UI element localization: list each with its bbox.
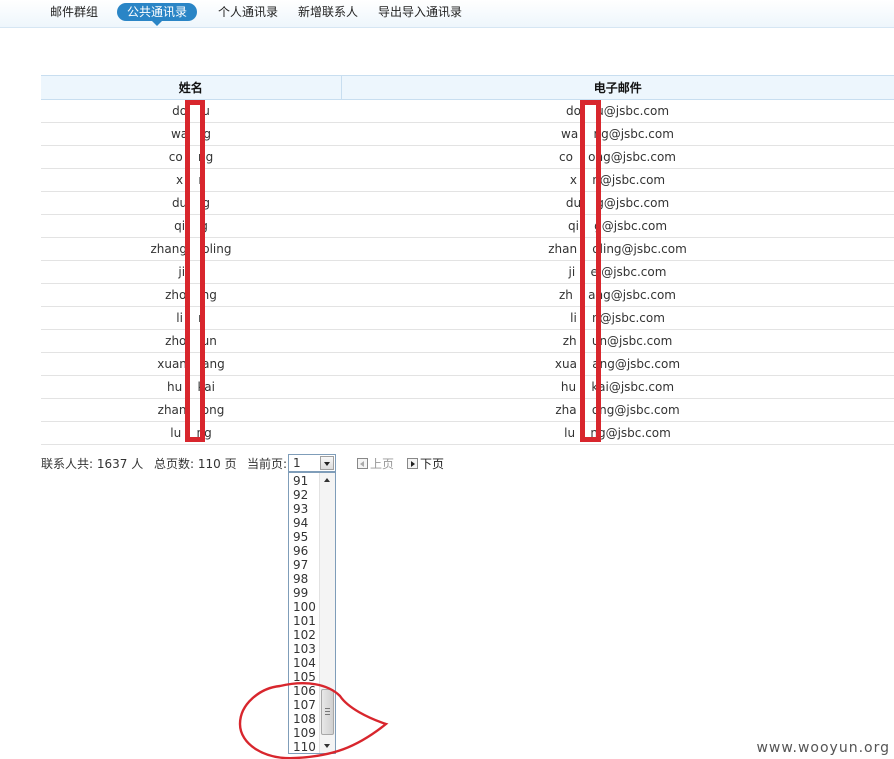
table-row: zho ng zh ang@jsbc.com: [41, 283, 894, 307]
scroll-thumb[interactable]: [321, 689, 334, 735]
scroll-up-icon[interactable]: [320, 473, 335, 488]
current-page-label: 当前页:: [247, 457, 288, 471]
watermark: www.wooyun.org: [756, 740, 890, 756]
contact-email: qi g@jsbc.com: [341, 214, 894, 238]
page-option[interactable]: 95: [293, 530, 308, 544]
column-header-name: 姓名: [41, 75, 342, 100]
contact-email: x n@jsbc.com: [341, 168, 894, 192]
prev-page-label: 上页: [370, 457, 395, 471]
contact-email: du g@jsbc.com: [341, 191, 894, 215]
contact-email: zh ang@jsbc.com: [341, 283, 894, 307]
table-row: wa g wa ng@jsbc.com: [41, 122, 894, 146]
table-row: co ng co ong@jsbc.com: [41, 145, 894, 169]
contacts-table: 姓名 电子邮件 do u do u@jsbc.com wa g wa ng@jsbc.…: [41, 75, 894, 445]
page-option[interactable]: 94: [293, 516, 308, 530]
page-option[interactable]: 109: [293, 726, 316, 740]
dropdown-scrollbar[interactable]: [319, 473, 335, 753]
contact-email: do u@jsbc.com: [341, 99, 894, 123]
grip-icon: [325, 708, 330, 715]
contact-email: zhan oling@jsbc.com: [341, 237, 894, 261]
page-option[interactable]: 93: [293, 502, 308, 516]
contact-email: zh un@jsbc.com: [341, 329, 894, 353]
tab-public-contacts[interactable]: 公共通讯录: [117, 3, 198, 26]
tab-import-export[interactable]: 导出导入通讯录: [376, 3, 464, 21]
page-option[interactable]: 103: [293, 642, 316, 656]
contact-email: wa ng@jsbc.com: [341, 122, 894, 146]
contact-email: zha ong@jsbc.com: [341, 398, 894, 422]
column-header-email: 电子邮件: [341, 75, 894, 100]
page-option[interactable]: 105: [293, 670, 316, 684]
tab-add-contact[interactable]: 新增联系人: [296, 3, 360, 21]
table-body: do u do u@jsbc.com wa g wa ng@jsbc.com co ng…: [41, 99, 894, 445]
next-page-label: 下页: [420, 457, 445, 471]
contact-email: hu kai@jsbc.com: [341, 375, 894, 399]
contact-email: xua ang@jsbc.com: [341, 352, 894, 376]
table-header-row: 姓名 电子邮件: [41, 75, 894, 100]
page-select-value: 1: [293, 456, 301, 470]
next-page-button[interactable]: 下页: [407, 456, 444, 472]
page-select[interactable]: 1: [288, 454, 336, 472]
table-row: li n li n@jsbc.com: [41, 306, 894, 330]
page-option[interactable]: 104: [293, 656, 316, 670]
page-option[interactable]: 110: [293, 740, 316, 753]
table-row: xuan ang xua ang@jsbc.com: [41, 352, 894, 376]
page-option[interactable]: 102: [293, 628, 316, 642]
page-option[interactable]: 107: [293, 698, 316, 712]
contact-email: li n@jsbc.com: [341, 306, 894, 330]
contact-email: lu ng@jsbc.com: [341, 421, 894, 445]
page-option[interactable]: 98: [293, 572, 308, 586]
tab-mail-groups[interactable]: 邮件群组: [48, 3, 100, 21]
page-option[interactable]: 106: [293, 684, 316, 698]
scroll-down-icon[interactable]: [320, 738, 335, 753]
page-dropdown-list: 91 92 93 94 95 96 97 98 99 100 101 102 103 104 105 106 1…: [288, 472, 336, 754]
page-option[interactable]: 91: [293, 474, 308, 488]
page-option[interactable]: 96: [293, 544, 308, 558]
page-option[interactable]: 92: [293, 488, 308, 502]
chevron-down-icon[interactable]: [320, 456, 334, 470]
table-row: hu kai hu kai@jsbc.com: [41, 375, 894, 399]
table-row: du g du g@jsbc.com: [41, 191, 894, 215]
top-nav: 邮件群组 公共通讯录 个人通讯录 新增联系人 导出导入通讯录: [0, 0, 894, 28]
table-row: lu ng lu ng@jsbc.com: [41, 421, 894, 445]
table-row: zho un zh un@jsbc.com: [41, 329, 894, 353]
redaction-bar-name: [185, 100, 205, 442]
table-row: zhan ong zha ong@jsbc.com: [41, 398, 894, 422]
page-option[interactable]: 101: [293, 614, 316, 628]
table-row: zhang oling zhan oling@jsbc.com: [41, 237, 894, 261]
contact-email: ji ei@jsbc.com: [341, 260, 894, 284]
prev-page-button[interactable]: 上页: [357, 456, 394, 472]
page: 邮件群组 公共通讯录 个人通讯录 新增联系人 导出导入通讯录 姓名 电子邮件 d…: [0, 0, 894, 759]
total-pages-label: 总页数: 110 页: [154, 457, 237, 471]
next-arrow-icon: [407, 458, 418, 469]
prev-arrow-icon: [357, 458, 368, 469]
page-option[interactable]: 97: [293, 558, 308, 572]
redaction-bar-email: [580, 100, 601, 442]
pager: 联系人共: 1637 人 总页数: 110 页 当前页: 上页 下页: [41, 456, 894, 472]
total-contacts-label: 联系人共: 1637 人: [41, 457, 144, 471]
tab-personal-contacts[interactable]: 个人通讯录: [216, 3, 280, 21]
table-row: ji i ji ei@jsbc.com: [41, 260, 894, 284]
table-row: x nx n@jsbc.com: [41, 168, 894, 192]
table-row: do u do u@jsbc.com: [41, 99, 894, 123]
contact-email: co ong@jsbc.com: [341, 145, 894, 169]
page-option[interactable]: 100: [293, 600, 316, 614]
table-row: qi g qi g@jsbc.com: [41, 214, 894, 238]
page-option[interactable]: 108: [293, 712, 316, 726]
page-option[interactable]: 99: [293, 586, 308, 600]
